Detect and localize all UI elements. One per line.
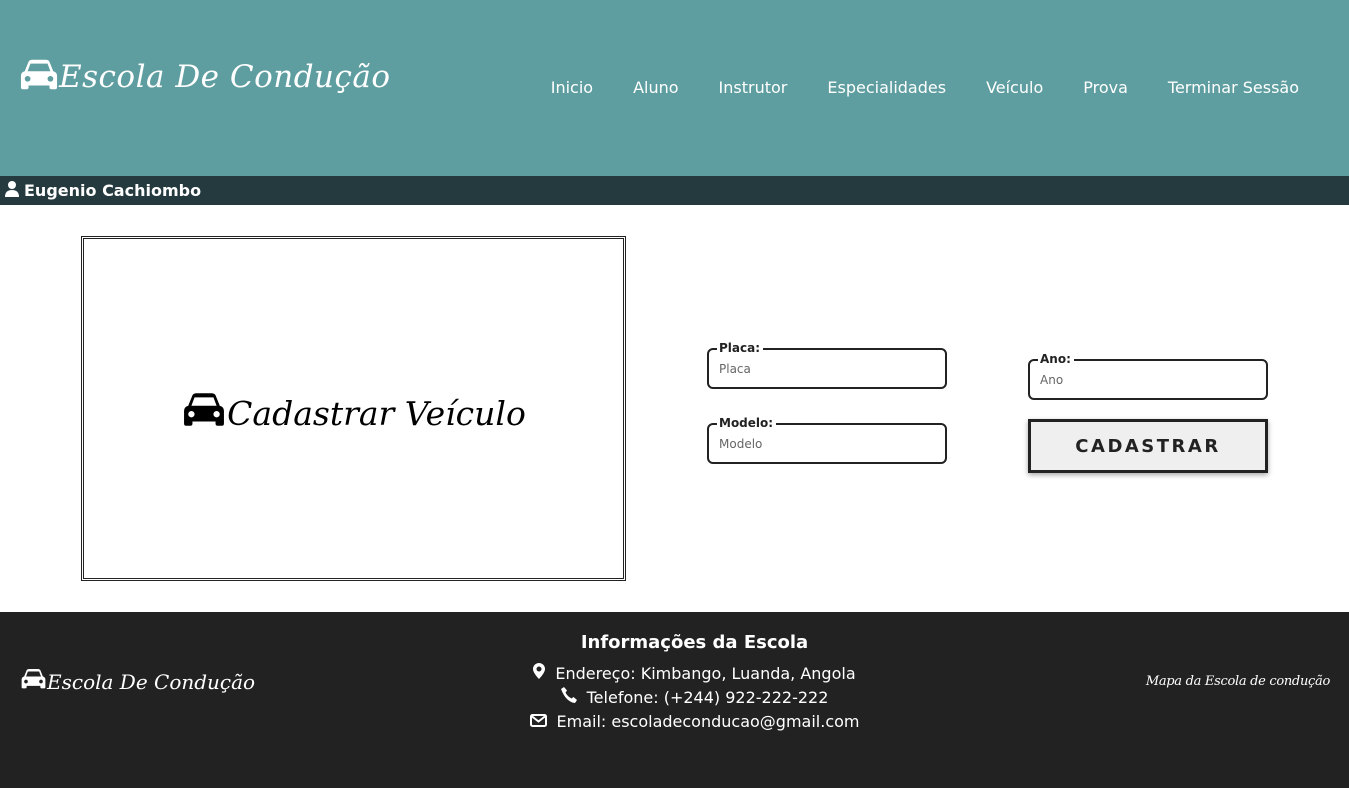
address-text: Endereço: Kimbango, Luanda, Angola xyxy=(555,664,856,683)
car-icon xyxy=(183,392,225,436)
nav-especialidades[interactable]: Especialidades xyxy=(827,78,946,97)
nav-prova[interactable]: Prova xyxy=(1083,78,1128,97)
site-header: Escola De Condução Inicio Aluno Instruto… xyxy=(0,0,1349,176)
phone-line: Telefone: (+244) 922-222-222 xyxy=(40,686,1349,710)
nav-terminar-sessao[interactable]: Terminar Sessão xyxy=(1168,78,1299,97)
placa-input[interactable] xyxy=(719,362,934,376)
nav-inicio[interactable]: Inicio xyxy=(551,78,593,97)
user-bar: Eugenio Cachiombo xyxy=(0,176,1349,205)
main-nav: Inicio Aluno Instrutor Especialidades Ve… xyxy=(551,78,1299,97)
car-icon xyxy=(20,58,58,96)
info-title: Informações da Escola xyxy=(580,632,809,653)
brand[interactable]: Escola De Condução xyxy=(20,58,391,96)
nav-aluno[interactable]: Aluno xyxy=(633,78,678,97)
modelo-input[interactable] xyxy=(719,437,934,451)
phone-icon xyxy=(560,686,587,710)
ano-label: Ano: xyxy=(1038,352,1074,366)
user-icon xyxy=(5,180,24,201)
panel-title-text: Cadastrar Veículo xyxy=(227,394,526,433)
email-line: Email: escoladeconducao@gmail.com xyxy=(40,710,1349,734)
modelo-label: Modelo: xyxy=(717,416,777,430)
email-text: Email: escoladeconducao@gmail.com xyxy=(556,712,860,731)
phone-text: Telefone: (+244) 922-222-222 xyxy=(586,688,829,707)
nav-veiculo[interactable]: Veículo xyxy=(986,78,1043,97)
map-link[interactable]: Mapa da Escola de condução xyxy=(1146,674,1330,689)
nav-instrutor[interactable]: Instrutor xyxy=(719,78,788,97)
map-marker-icon xyxy=(533,662,555,686)
brand-name: Escola De Condução xyxy=(59,59,391,95)
user-name: Eugenio Cachiombo xyxy=(24,181,202,200)
ano-input[interactable] xyxy=(1040,373,1255,387)
modelo-field: Modelo: xyxy=(707,416,947,464)
panel-title: Cadastrar Veículo xyxy=(181,392,526,436)
envelope-icon xyxy=(529,710,557,734)
cadastrar-button[interactable]: CADASTRAR xyxy=(1028,419,1268,473)
placa-label: Placa: xyxy=(717,341,764,355)
site-footer: Escola De Condução Informações da Escola… xyxy=(0,612,1349,788)
ano-field: Ano: xyxy=(1028,352,1268,400)
placa-field: Placa: xyxy=(707,341,947,389)
title-panel: Cadastrar Veículo xyxy=(81,236,626,581)
